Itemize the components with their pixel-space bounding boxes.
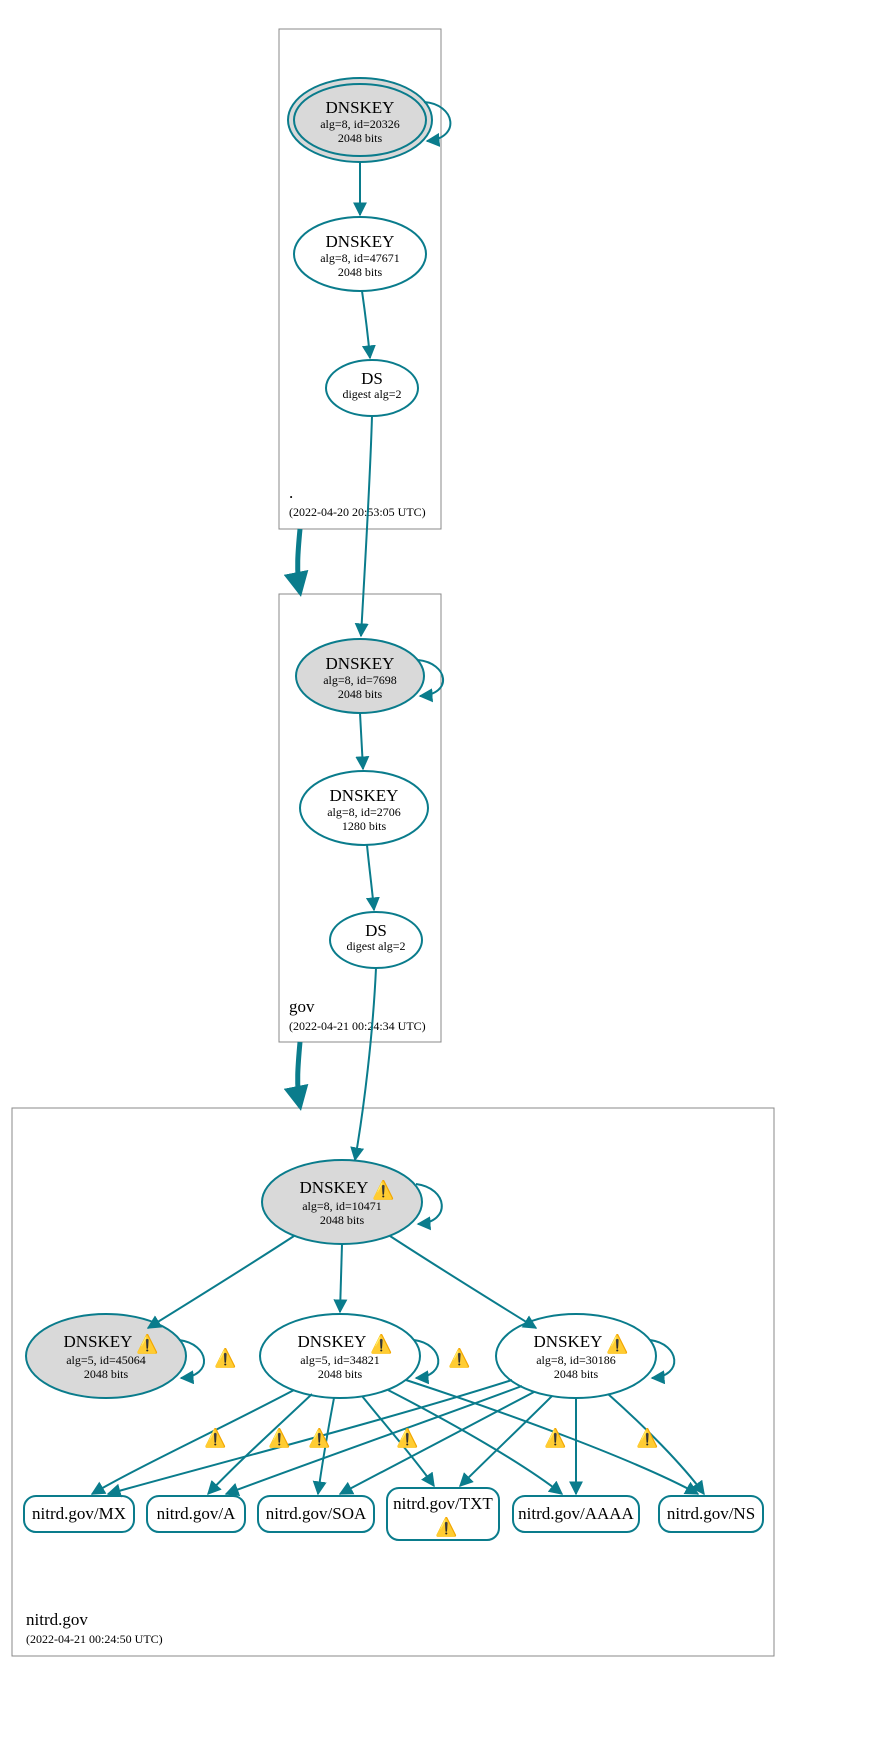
node-gov-ksk: DNSKEY alg=8, id=7698 2048 bits bbox=[296, 639, 424, 713]
zone-gov-ts: (2022-04-21 00:24:34 UTC) bbox=[289, 1019, 426, 1033]
edge-gov-zsk-to-ds bbox=[367, 845, 374, 910]
svg-text:alg=8, id=30186: alg=8, id=30186 bbox=[536, 1353, 616, 1367]
svg-text:DNSKEY: DNSKEY bbox=[330, 786, 399, 805]
zone-root-name: . bbox=[289, 483, 293, 502]
rr-ns: nitrd.gov/NS bbox=[659, 1496, 763, 1532]
warning-icon: ⚠️ bbox=[136, 1333, 158, 1354]
edge-deleg-gov-to-nitrd bbox=[298, 1042, 300, 1106]
node-root-zsk: DNSKEY alg=8, id=47671 2048 bits bbox=[294, 217, 426, 291]
svg-text:nitrd.gov/MX: nitrd.gov/MX bbox=[32, 1504, 126, 1523]
svg-text:2048 bits: 2048 bits bbox=[338, 687, 383, 701]
svg-text:DS: DS bbox=[361, 369, 383, 388]
svg-text:alg=8, id=10471: alg=8, id=10471 bbox=[302, 1199, 382, 1213]
warning-icon: ⚠️ bbox=[372, 1179, 394, 1200]
svg-text:2048 bits: 2048 bits bbox=[318, 1367, 363, 1381]
svg-text:alg=8, id=7698: alg=8, id=7698 bbox=[323, 673, 397, 687]
zone-nitrd-name: nitrd.gov bbox=[26, 1610, 88, 1629]
warning-icon: ⚠️ bbox=[268, 1427, 290, 1448]
zone-gov-name: gov bbox=[289, 997, 315, 1016]
warning-icon: ⚠️ bbox=[308, 1427, 330, 1448]
svg-text:alg=5, id=45064: alg=5, id=45064 bbox=[66, 1353, 146, 1367]
svg-text:DNSKEY: DNSKEY bbox=[300, 1178, 369, 1197]
rr-mx: nitrd.gov/MX bbox=[24, 1496, 134, 1532]
warning-icon: ⚠️ bbox=[396, 1427, 418, 1448]
edge-root-ds-to-gov-ksk bbox=[361, 416, 372, 636]
node-nitrd-34821: DNSKEY ⚠️ alg=5, id=34821 2048 bits bbox=[260, 1314, 420, 1398]
svg-text:nitrd.gov/TXT: nitrd.gov/TXT bbox=[393, 1494, 493, 1513]
rr-aaaa: nitrd.gov/AAAA bbox=[513, 1496, 639, 1532]
svg-text:DNSKEY: DNSKEY bbox=[298, 1332, 367, 1351]
edge-34821-mx bbox=[92, 1390, 294, 1494]
svg-text:nitrd.gov/AAAA: nitrd.gov/AAAA bbox=[518, 1504, 634, 1523]
edge-ksk-to-34821 bbox=[340, 1244, 342, 1312]
edge-root-zsk-to-ds bbox=[362, 291, 370, 358]
svg-text:2048 bits: 2048 bits bbox=[320, 1213, 365, 1227]
svg-text:2048 bits: 2048 bits bbox=[554, 1367, 599, 1381]
warning-icon: ⚠️ bbox=[370, 1333, 392, 1354]
zone-nitrd-ts: (2022-04-21 00:24:50 UTC) bbox=[26, 1632, 163, 1646]
svg-text:nitrd.gov/SOA: nitrd.gov/SOA bbox=[266, 1504, 367, 1523]
svg-text:alg=8, id=2706: alg=8, id=2706 bbox=[327, 805, 401, 819]
node-root-ksk: DNSKEY alg=8, id=20326 2048 bits bbox=[288, 78, 432, 162]
svg-text:alg=5, id=34821: alg=5, id=34821 bbox=[300, 1353, 380, 1367]
rr-soa: nitrd.gov/SOA bbox=[258, 1496, 374, 1532]
svg-text:DNSKEY: DNSKEY bbox=[326, 98, 395, 117]
rr-a: nitrd.gov/A bbox=[147, 1496, 245, 1532]
edge-30186-txt bbox=[460, 1396, 552, 1486]
node-root-ds: DS digest alg=2 bbox=[326, 360, 418, 416]
svg-text:DS: DS bbox=[365, 921, 387, 940]
warning-icon: ⚠️ bbox=[636, 1427, 658, 1448]
svg-text:digest alg=2: digest alg=2 bbox=[342, 387, 401, 401]
edge-gov-ksk-to-zsk bbox=[360, 713, 363, 769]
warning-icon: ⚠️ bbox=[448, 1347, 470, 1368]
warning-icon: ⚠️ bbox=[435, 1516, 457, 1537]
svg-text:DNSKEY: DNSKEY bbox=[534, 1332, 603, 1351]
svg-text:1280 bits: 1280 bits bbox=[342, 819, 387, 833]
rr-txt: nitrd.gov/TXT ⚠️ bbox=[387, 1488, 499, 1540]
svg-text:2048 bits: 2048 bits bbox=[338, 265, 383, 279]
node-nitrd-45064: DNSKEY ⚠️ alg=5, id=45064 2048 bits bbox=[26, 1314, 186, 1398]
warning-icon: ⚠️ bbox=[606, 1333, 628, 1354]
svg-text:nitrd.gov/NS: nitrd.gov/NS bbox=[667, 1504, 755, 1523]
warning-icon: ⚠️ bbox=[544, 1427, 566, 1448]
svg-text:2048 bits: 2048 bits bbox=[338, 131, 383, 145]
edge-ksk-to-45064 bbox=[148, 1236, 294, 1328]
node-nitrd-ksk: DNSKEY ⚠️ alg=8, id=10471 2048 bits bbox=[262, 1160, 422, 1244]
warning-icon: ⚠️ bbox=[204, 1427, 226, 1448]
svg-text:nitrd.gov/A: nitrd.gov/A bbox=[157, 1504, 237, 1523]
svg-text:DNSKEY: DNSKEY bbox=[326, 654, 395, 673]
dnssec-graph: . (2022-04-20 20:53:05 UTC) gov (2022-04… bbox=[0, 0, 873, 1745]
svg-text:alg=8, id=20326: alg=8, id=20326 bbox=[320, 117, 400, 131]
svg-text:DNSKEY: DNSKEY bbox=[326, 232, 395, 251]
warning-icon: ⚠️ bbox=[214, 1347, 236, 1368]
svg-text:DNSKEY: DNSKEY bbox=[64, 1332, 133, 1351]
edge-deleg-root-to-gov bbox=[298, 529, 300, 592]
zone-root-ts: (2022-04-20 20:53:05 UTC) bbox=[289, 505, 426, 519]
edge-ksk-to-30186 bbox=[390, 1236, 536, 1328]
node-gov-zsk: DNSKEY alg=8, id=2706 1280 bits bbox=[300, 771, 428, 845]
svg-text:alg=8, id=47671: alg=8, id=47671 bbox=[320, 251, 400, 265]
edge-gov-ds-to-nitrd-ksk bbox=[355, 968, 376, 1160]
svg-text:2048 bits: 2048 bits bbox=[84, 1367, 129, 1381]
node-nitrd-30186: DNSKEY ⚠️ alg=8, id=30186 2048 bits bbox=[496, 1314, 656, 1398]
node-gov-ds: DS digest alg=2 bbox=[330, 912, 422, 968]
svg-text:digest alg=2: digest alg=2 bbox=[346, 939, 405, 953]
